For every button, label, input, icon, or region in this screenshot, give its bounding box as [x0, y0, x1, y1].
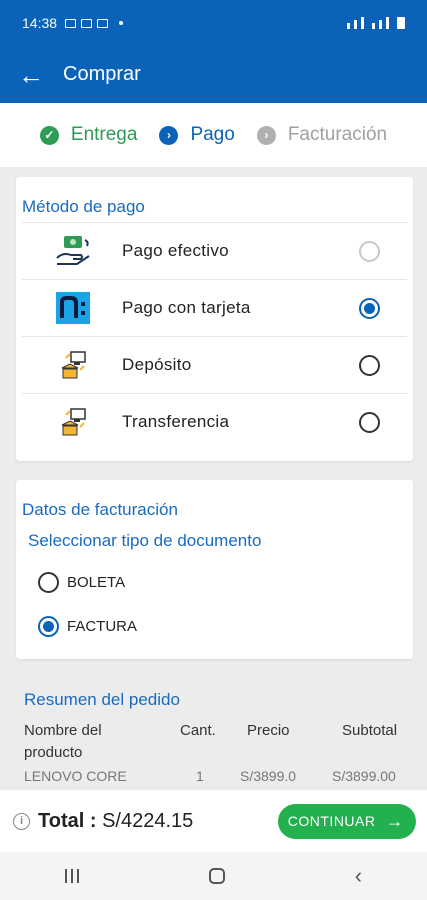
- signal-icon: [347, 23, 350, 29]
- bank-transfer-icon: [55, 348, 91, 382]
- payment-option-transferencia[interactable]: Transferencia: [22, 393, 407, 450]
- payment-option-label: Depósito: [122, 355, 192, 374]
- document-option-label: FACTURA: [67, 617, 138, 635]
- payment-option-label: Pago con tarjeta: [122, 298, 251, 317]
- recent-apps-icon[interactable]: [64, 869, 79, 883]
- payment-option-efectivo[interactable]: Pago efectivo: [22, 222, 407, 279]
- chat-icon: [97, 18, 109, 28]
- signal-icon: [386, 17, 389, 29]
- signal-icon: [354, 20, 357, 29]
- chevron-right-icon: ›: [256, 125, 276, 145]
- bank-transfer-icon: [55, 405, 91, 439]
- signal-icon: [379, 20, 382, 29]
- continue-label: CONTINUAR: [287, 813, 376, 829]
- status-time: 14:38: [22, 15, 58, 31]
- more-notifications-icon: [119, 21, 124, 25]
- total-label: Total :: [38, 809, 97, 832]
- niubiz-card-icon: [55, 291, 91, 325]
- document-type-label: Seleccionar tipo de documento: [28, 531, 262, 550]
- product-price-cell: S/3899.0: [240, 768, 297, 784]
- column-header-qty: Cant.: [180, 722, 216, 739]
- document-option-label: BOLETA: [67, 573, 126, 591]
- message-icon: [81, 18, 93, 28]
- radio-button[interactable]: [359, 354, 380, 376]
- payment-method-title: Método de pago: [22, 197, 145, 216]
- signal-icon: [372, 23, 375, 29]
- arrow-right-icon: →: [385, 810, 404, 831]
- order-total: Total : S/4224.15: [38, 810, 193, 833]
- document-option-boleta[interactable]: BOLETA: [16, 560, 413, 604]
- total-value: S/4224.15: [102, 809, 194, 832]
- radio-button[interactable]: [38, 571, 59, 593]
- home-icon[interactable]: [208, 868, 225, 884]
- checkout-footer: i Total : S/4224.15 CONTINUAR →: [0, 790, 427, 852]
- product-subtotal-cell: S/3899.00: [332, 768, 396, 784]
- order-summary: Resumen del pedido Nombre del producto C…: [16, 678, 413, 790]
- product-qty-cell: 1: [196, 768, 204, 784]
- step-label: Pago: [190, 124, 235, 145]
- column-header-subtotal: Subtotal: [342, 722, 398, 739]
- billing-title: Datos de facturación: [22, 500, 178, 519]
- payment-method-card: Método de pago Pago efectivo Pago con ta…: [16, 177, 413, 461]
- radio-button[interactable]: [359, 240, 380, 262]
- payment-option-label: Transferencia: [122, 412, 230, 431]
- document-option-factura[interactable]: FACTURA: [16, 604, 413, 648]
- battery-icon: [397, 17, 405, 29]
- step-label: Entrega: [70, 124, 138, 145]
- check-icon: ✓: [39, 125, 59, 145]
- status-bar: 14:38: [0, 0, 427, 46]
- checkout-stepper: ✓ Entrega › Pago › Facturación: [0, 103, 427, 167]
- payment-option-deposito[interactable]: Depósito: [22, 336, 407, 393]
- android-nav-bar: ‹: [0, 852, 427, 900]
- payment-option-label: Pago efectivo: [122, 241, 229, 260]
- back-icon[interactable]: ‹: [355, 865, 362, 887]
- info-icon[interactable]: i: [13, 812, 30, 830]
- order-summary-title: Resumen del pedido: [24, 690, 180, 709]
- column-header-name: Nombre del producto: [24, 722, 102, 761]
- arrow-left-icon[interactable]: ←: [18, 62, 44, 88]
- app-bar: ← Comprar: [0, 46, 427, 103]
- page-title: Comprar: [63, 63, 141, 85]
- system-icons: [347, 17, 405, 29]
- order-summary-table: Nombre del producto Cant. Precio Subtota…: [16, 718, 413, 790]
- step-label: Facturación: [287, 124, 388, 145]
- product-name-cell: LENOVO CORE: [24, 768, 127, 784]
- notification-icons: [65, 18, 124, 28]
- payment-option-tarjeta[interactable]: Pago con tarjeta: [22, 279, 407, 336]
- radio-button[interactable]: [359, 297, 380, 319]
- radio-button[interactable]: [359, 411, 380, 433]
- radio-button[interactable]: [38, 615, 59, 637]
- chevron-right-icon: ›: [159, 125, 179, 145]
- cash-hands-icon: [55, 234, 91, 268]
- step-pago[interactable]: › Pago: [159, 124, 235, 146]
- gallery-icon: [65, 18, 77, 28]
- column-header-price: Precio: [247, 722, 290, 739]
- step-facturacion[interactable]: › Facturación: [256, 124, 388, 146]
- billing-data-card: Datos de facturación Seleccionar tipo de…: [16, 480, 413, 659]
- signal-icon: [361, 17, 364, 29]
- step-entrega[interactable]: ✓ Entrega: [39, 124, 138, 146]
- continue-button[interactable]: CONTINUAR →: [277, 803, 416, 839]
